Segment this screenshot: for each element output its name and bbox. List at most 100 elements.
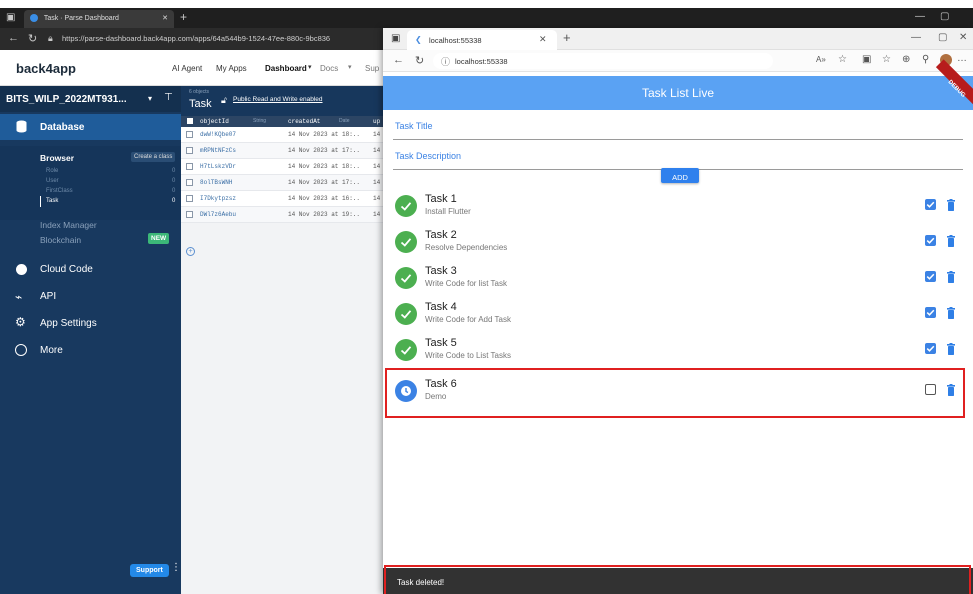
support-button[interactable]: Support	[130, 564, 169, 577]
table-row[interactable]: DWl7z6Aebu 14 Nov 2023 at 19:.. 14	[181, 207, 383, 223]
table-row[interactable]: dwW!KQbe07 14 Nov 2023 at 18:.. 14	[181, 127, 383, 143]
table-cell[interactable]: DWl7z6Aebu	[200, 211, 236, 218]
nav-docs[interactable]: Docs	[320, 64, 338, 73]
sidebar-item-index-manager[interactable]: Index Manager	[40, 220, 97, 230]
minimize-icon[interactable]: —	[915, 11, 925, 22]
table-cell[interactable]: 14 Nov 2023 at 19:..	[288, 211, 360, 218]
close-icon[interactable]: ✕	[162, 14, 168, 22]
column-header[interactable]: objectId	[200, 118, 229, 125]
row-checkbox[interactable]	[186, 163, 193, 170]
task-item[interactable]: Task 4 Write Code for Add Task	[385, 297, 965, 333]
extensions-icon[interactable]: ⚲	[922, 54, 929, 65]
nav-dashboard[interactable]: Dashboard	[265, 64, 307, 73]
column-header[interactable]: up	[373, 118, 380, 125]
sidebar-item-more[interactable]: More	[40, 345, 63, 356]
table-cell[interactable]: 14 Nov 2023 at 17:..	[288, 147, 360, 154]
task-item[interactable]: Task 2 Resolve Dependencies	[385, 225, 965, 261]
new-tab-icon[interactable]: +	[180, 10, 187, 24]
minimize-icon[interactable]: —	[911, 32, 921, 43]
row-checkbox[interactable]	[186, 131, 193, 138]
task-item[interactable]: Task 3 Write Code for list Task	[385, 261, 965, 297]
nav-ai-agent[interactable]: AI Agent	[172, 64, 202, 73]
collections-icon[interactable]: ⊕	[902, 54, 910, 65]
table-cell[interactable]: 14	[373, 211, 380, 218]
row-checkbox[interactable]	[186, 147, 193, 154]
task-item[interactable]: Task 1 Install Flutter	[385, 189, 965, 225]
sidebar-item-api[interactable]: API	[40, 291, 56, 302]
select-all-checkbox[interactable]	[187, 118, 193, 124]
table-cell[interactable]: 14	[373, 131, 380, 138]
favorites-icon[interactable]: ☆	[882, 54, 891, 65]
back-arrow-icon[interactable]: ←	[393, 54, 404, 66]
create-class-button[interactable]: Create a class	[131, 152, 176, 162]
table-cell[interactable]: dwW!KQbe07	[200, 131, 236, 138]
sidebar-item-cloud-code[interactable]: Cloud Code	[40, 264, 93, 275]
permission-link[interactable]: Public Read and Write enabled	[233, 96, 323, 103]
sidebar-item-browser[interactable]: Browser	[40, 153, 74, 163]
table-row[interactable]: 8olTBsWNH 14 Nov 2023 at 17:.. 14	[181, 175, 383, 191]
add-button[interactable]: ADD	[661, 168, 699, 183]
table-cell[interactable]: 14 Nov 2023 at 18:..	[288, 131, 360, 138]
delete-icon[interactable]	[947, 270, 955, 283]
table-cell[interactable]: 14	[373, 147, 380, 154]
sidebar-item-database[interactable]: Database	[0, 114, 181, 140]
read-aloud-icon[interactable]: A»	[816, 55, 826, 64]
back-arrow-icon[interactable]: ←	[8, 32, 19, 44]
table-cell[interactable]: 14 Nov 2023 at 17:..	[288, 179, 360, 186]
kebab-menu-icon[interactable]: ⋮	[171, 562, 181, 573]
table-row[interactable]: mRPNtNFzCs 14 Nov 2023 at 17:.. 14	[181, 143, 383, 159]
table-cell[interactable]: 14	[373, 179, 380, 186]
task-description-input[interactable]: Task Description	[393, 145, 963, 170]
table-row[interactable]: I7Dkytpzsz 14 Nov 2023 at 16:.. 14	[181, 191, 383, 207]
back-tab[interactable]: Task · Parse Dashboard ✕	[24, 10, 174, 28]
info-icon[interactable]: ⓘ	[441, 55, 450, 68]
table-cell[interactable]: 14 Nov 2023 at 16:..	[288, 195, 360, 202]
url-field[interactable]: ⓘ localhost:55338	[433, 53, 773, 69]
row-checkbox[interactable]	[186, 179, 193, 186]
add-row-icon[interactable]: +	[186, 247, 195, 256]
favorite-star-icon[interactable]: ☆	[838, 54, 847, 65]
more-options-icon[interactable]: …	[957, 53, 967, 64]
back-url[interactable]: https://parse-dashboard.back4app.com/app…	[62, 34, 382, 43]
row-checkbox[interactable]	[186, 195, 193, 202]
brand-logo[interactable]: back4app	[16, 61, 76, 76]
split-screen-icon[interactable]: ▣	[862, 54, 871, 65]
delete-icon[interactable]	[947, 198, 955, 211]
class-user[interactable]: User	[46, 178, 59, 184]
close-window-icon[interactable]: ✕	[959, 32, 967, 43]
new-tab-icon[interactable]: +	[563, 30, 571, 45]
row-checkbox[interactable]	[186, 211, 193, 218]
table-row[interactable]: H7tLskzVDr 14 Nov 2023 at 18:.. 14	[181, 159, 383, 175]
maximize-icon[interactable]: ▢	[938, 32, 947, 43]
close-icon[interactable]: ✕	[539, 34, 547, 45]
checkbox-checked[interactable]	[925, 235, 936, 246]
table-cell[interactable]: 14 Nov 2023 at 18:..	[288, 163, 360, 170]
class-role[interactable]: Role	[46, 168, 58, 174]
class-firstclass[interactable]: FirstClass	[46, 188, 73, 194]
column-header[interactable]: createdAt	[288, 118, 320, 125]
delete-icon[interactable]	[947, 306, 955, 319]
table-cell[interactable]: 14	[373, 195, 380, 202]
refresh-icon[interactable]: ↻	[415, 54, 424, 67]
table-cell[interactable]: 14	[373, 163, 380, 170]
tab-actions-icon[interactable]: ▣	[391, 33, 400, 44]
checkbox-checked[interactable]	[925, 271, 936, 282]
front-tab[interactable]: ❮ localhost:55338 ✕	[407, 30, 557, 50]
table-cell[interactable]: mRPNtNFzCs	[200, 147, 236, 154]
delete-icon[interactable]	[947, 342, 955, 355]
table-cell[interactable]: I7Dkytpzsz	[200, 195, 236, 202]
refresh-icon[interactable]: ↻	[28, 32, 37, 45]
sidebar-item-app-settings[interactable]: App Settings	[40, 318, 97, 329]
pin-icon[interactable]: ⊤	[164, 92, 173, 103]
delete-icon[interactable]	[947, 234, 955, 247]
app-selector[interactable]: BITS_WILP_2022MT931... ▾ ⊤	[0, 86, 181, 112]
restore-icon[interactable]: ▢	[940, 11, 949, 22]
task-title-input[interactable]: Task Title	[393, 115, 963, 140]
nav-support[interactable]: Sup	[365, 64, 379, 73]
class-task[interactable]: Task	[46, 198, 58, 204]
task-item[interactable]: Task 5 Write Code to List Tasks	[385, 333, 965, 369]
nav-my-apps[interactable]: My Apps	[216, 64, 247, 73]
checkbox-checked[interactable]	[925, 199, 936, 210]
table-cell[interactable]: H7tLskzVDr	[200, 163, 236, 170]
table-cell[interactable]: 8olTBsWNH	[200, 179, 232, 186]
